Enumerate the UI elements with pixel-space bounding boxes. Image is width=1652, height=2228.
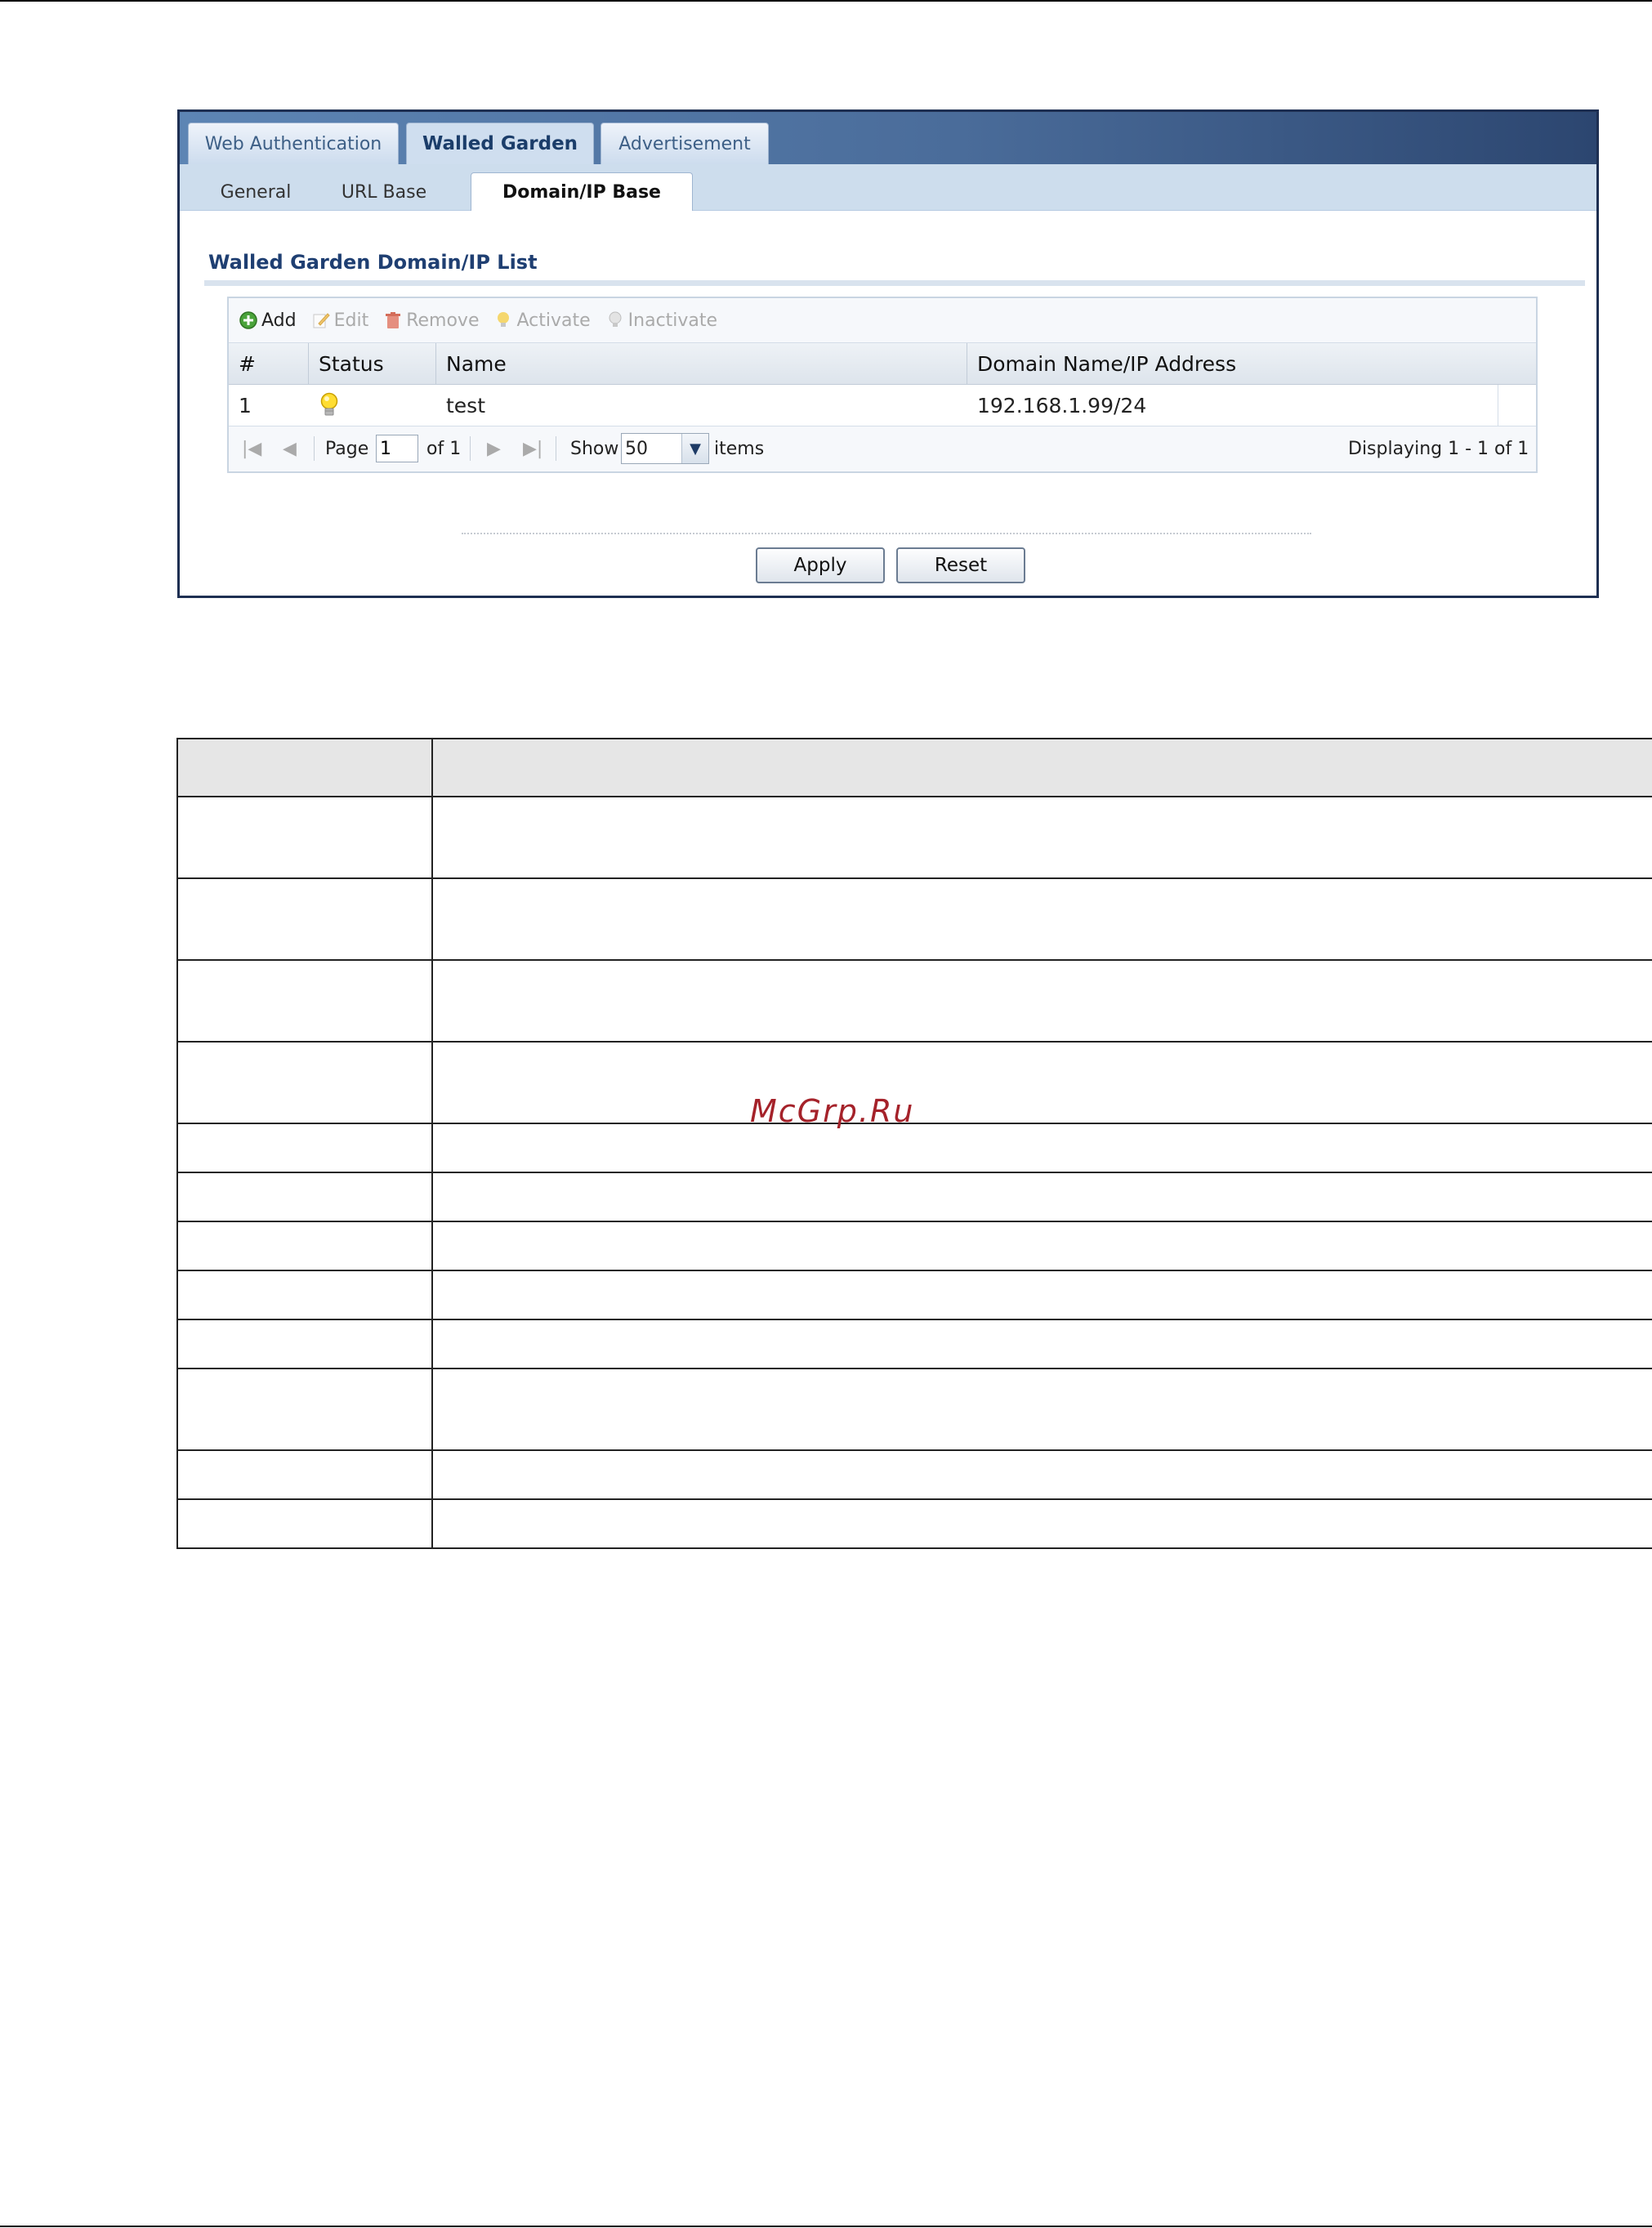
column-header-index[interactable]: # [229, 343, 309, 384]
inactivate-button[interactable]: Inactivate [605, 310, 717, 331]
displaying-count: Displaying 1 - 1 of 1 [1348, 439, 1529, 459]
column-header-address[interactable]: Domain Name/IP Address [967, 343, 1536, 384]
table-cell [176, 1172, 433, 1222]
last-page-icon[interactable]: ▶| [523, 439, 542, 459]
page-label: Page [325, 439, 369, 459]
table-cell [431, 1368, 1652, 1451]
items-label: items [714, 439, 765, 459]
add-button[interactable]: Add [239, 310, 297, 331]
watermark: McGrp.Ru [750, 1093, 915, 1129]
table-header-cell [431, 738, 1652, 797]
section-divider [204, 280, 1585, 286]
table-cell [431, 1498, 1652, 1549]
table-cell [176, 1270, 433, 1320]
remove-button[interactable]: Remove [383, 310, 479, 331]
table-cell [431, 1449, 1652, 1500]
table-cell [431, 1270, 1652, 1320]
prev-page-icon[interactable]: ◀ [283, 439, 297, 459]
domain-ip-list-grid: Add Edit Remove Activate Inactivate # St… [227, 297, 1538, 473]
button-divider [462, 533, 1311, 534]
items-per-page-select[interactable]: 50 ▼ [621, 433, 709, 464]
add-label: Add [261, 310, 297, 331]
page-number-input[interactable] [376, 435, 418, 462]
active-bulb-icon [320, 392, 338, 416]
grid-toolbar: Add Edit Remove Activate Inactivate [229, 298, 1536, 343]
table-cell [431, 959, 1652, 1043]
tab-advertisement[interactable]: Advertisement [601, 123, 769, 164]
row-index: 1 [239, 393, 252, 417]
grid-pager: |◀ ◀ Page of 1 ▶ ▶| Show 50 ▼ items Disp… [229, 426, 1536, 471]
page-top-rule [0, 0, 1652, 2]
tab-web-authentication[interactable]: Web Authentication [188, 123, 399, 164]
row-name: test [446, 393, 486, 417]
table-cell [176, 877, 433, 961]
table-cell [176, 1041, 433, 1124]
bulb-off-icon [609, 311, 622, 327]
table-cell [431, 877, 1652, 961]
table-cell [176, 796, 433, 879]
activate-button[interactable]: Activate [493, 310, 591, 331]
row-status [309, 385, 436, 426]
field-description-table [176, 738, 1652, 1549]
edit-label: Edit [333, 310, 369, 331]
table-cell [176, 1123, 433, 1173]
subtab-url-base[interactable]: URL Base [335, 174, 433, 210]
trash-icon [386, 312, 401, 328]
sub-tab-bar: General URL Base Domain/IP Base [180, 164, 1596, 211]
table-cell [431, 1319, 1652, 1369]
page-bottom-rule [0, 2226, 1652, 2227]
table-cell [431, 1221, 1652, 1271]
table-cell [431, 1041, 1652, 1124]
subtab-general[interactable]: General [211, 174, 301, 210]
next-page-icon[interactable]: ▶ [487, 439, 501, 459]
pager-separator [314, 436, 315, 461]
chevron-down-icon[interactable]: ▼ [681, 434, 708, 463]
add-icon [239, 311, 257, 329]
subtab-domain-ip-base[interactable]: Domain/IP Base [471, 172, 693, 211]
first-page-icon[interactable]: |◀ [242, 439, 261, 459]
table-cell [176, 1368, 433, 1451]
table-cell [176, 1498, 433, 1549]
table-row[interactable]: 1 test 192.168.1.99/24 [229, 385, 1536, 426]
edit-button[interactable]: Edit [311, 310, 369, 331]
column-header-status[interactable]: Status [309, 343, 436, 384]
table-header-cell [176, 738, 433, 797]
table-cell [176, 1221, 433, 1271]
table-cell [176, 959, 433, 1043]
walled-garden-panel: Web Authentication Walled Garden Adverti… [177, 109, 1599, 598]
bulb-icon [498, 312, 510, 327]
activate-label: Activate [516, 310, 591, 331]
table-cell [431, 1172, 1652, 1222]
apply-button[interactable]: Apply [756, 547, 885, 583]
edit-icon [313, 313, 330, 328]
tab-walled-garden[interactable]: Walled Garden [406, 123, 594, 164]
reset-button[interactable]: Reset [896, 547, 1025, 583]
show-label: Show [570, 439, 619, 459]
table-cell [431, 1123, 1652, 1173]
page-count-label: of 1 [426, 439, 462, 459]
row-address: 192.168.1.99/24 [977, 393, 1147, 417]
items-per-page-value: 50 [625, 438, 648, 459]
grid-header: # Status Name Domain Name/IP Address [229, 343, 1536, 385]
main-tab-bar: Web Authentication Walled Garden Adverti… [180, 112, 1596, 164]
pager-separator [470, 436, 471, 461]
table-cell [176, 1449, 433, 1500]
inactivate-label: Inactivate [627, 310, 718, 331]
column-header-name[interactable]: Name [436, 343, 967, 384]
section-title: Walled Garden Domain/IP List [208, 251, 538, 274]
table-cell [431, 796, 1652, 879]
remove-label: Remove [406, 310, 480, 331]
table-cell [176, 1319, 433, 1369]
